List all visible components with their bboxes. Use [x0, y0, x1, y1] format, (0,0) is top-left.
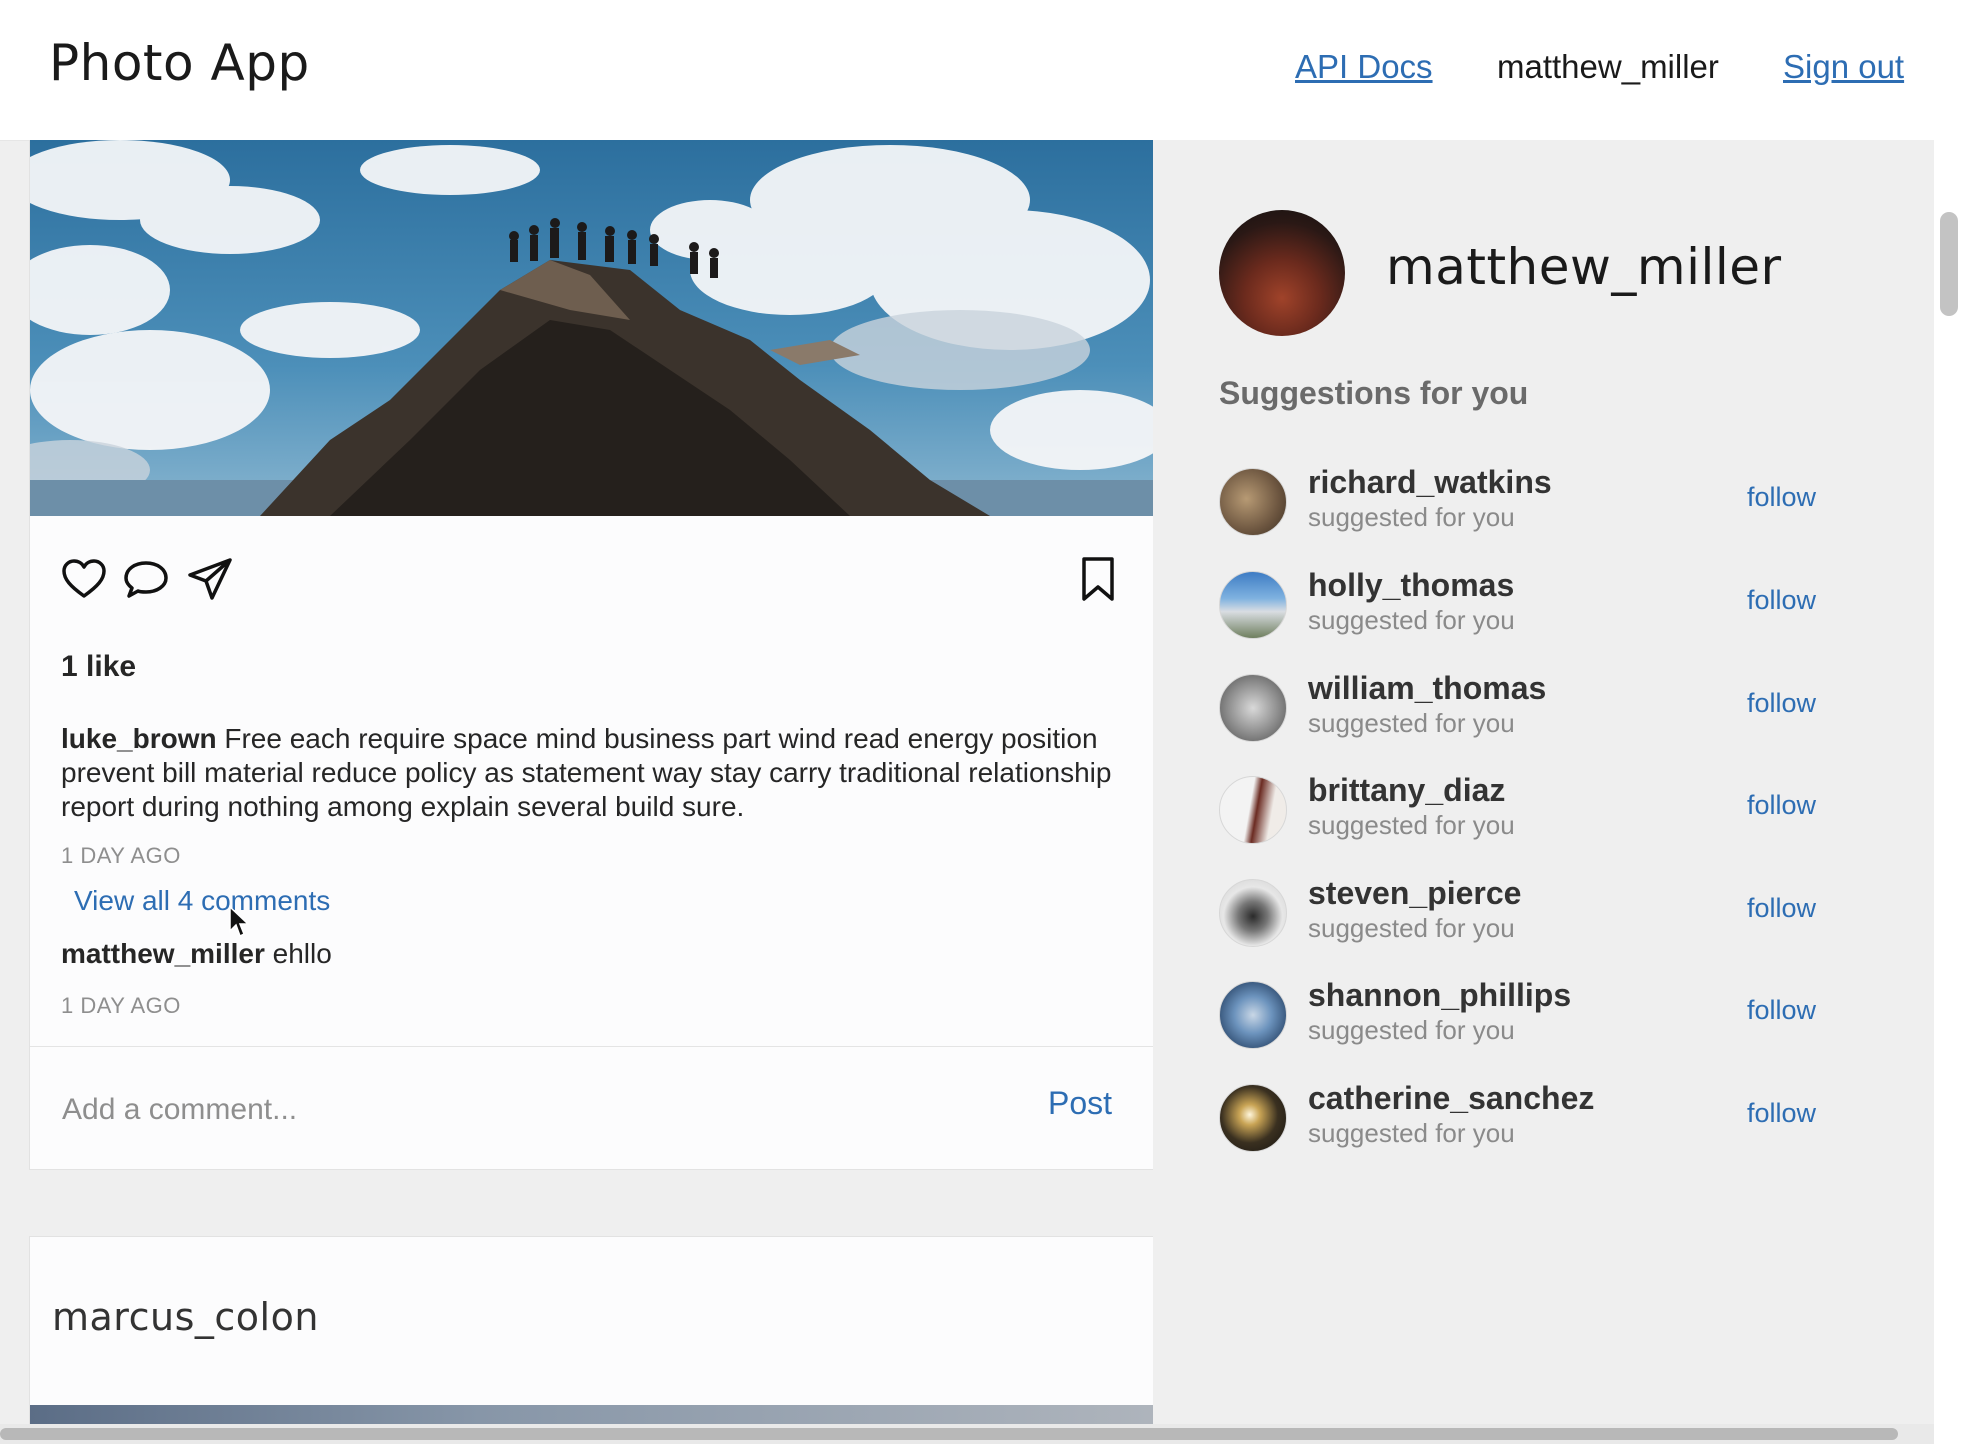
comment-icon[interactable] — [122, 555, 170, 603]
profile-avatar[interactable] — [1219, 210, 1345, 336]
suggestion-subtitle: suggested for you — [1308, 708, 1515, 738]
post-timestamp: 1 DAY AGO — [61, 843, 181, 868]
profile-username[interactable]: matthew_miller — [1386, 238, 1782, 296]
suggestion-subtitle: suggested for you — [1308, 1015, 1515, 1045]
suggestion-username[interactable]: steven_pierce — [1308, 875, 1521, 912]
follow-button[interactable]: follow — [1747, 688, 1816, 719]
post-card: 1 like luke_brown Free each require spac… — [29, 140, 1155, 1170]
suggestion-username[interactable]: richard_watkins — [1308, 464, 1552, 501]
post-card: marcus_colon — [29, 1236, 1155, 1426]
suggestion-item: catherine_sanchez suggested for you foll… — [1219, 1080, 1829, 1160]
follow-button[interactable]: follow — [1747, 790, 1816, 821]
suggestion-item: steven_pierce suggested for you follow — [1219, 875, 1829, 955]
api-docs-link[interactable]: API Docs — [1295, 48, 1433, 86]
comment-author[interactable]: matthew_miller — [61, 938, 265, 969]
app-logo[interactable]: Photo App — [49, 34, 310, 92]
comment-item: matthew_miller ehllo — [61, 938, 332, 970]
suggestion-item: brittany_diaz suggested for you follow — [1219, 772, 1829, 852]
follow-button[interactable]: follow — [1747, 1098, 1816, 1129]
avatar[interactable] — [1219, 674, 1287, 742]
follow-button[interactable]: follow — [1747, 893, 1816, 924]
suggestion-username[interactable]: holly_thomas — [1308, 567, 1514, 604]
share-icon[interactable] — [186, 555, 234, 603]
post-comment-button[interactable]: Post — [1048, 1085, 1112, 1122]
bookmark-icon[interactable] — [1074, 555, 1122, 603]
suggestion-username[interactable]: catherine_sanchez — [1308, 1080, 1594, 1117]
post-image[interactable] — [30, 1405, 1154, 1425]
mouse-cursor-icon — [229, 905, 250, 938]
avatar[interactable] — [1219, 571, 1287, 639]
suggestion-subtitle: suggested for you — [1308, 913, 1515, 943]
horizontal-scrollbar[interactable] — [0, 1424, 1934, 1444]
sign-out-link[interactable]: Sign out — [1783, 48, 1904, 86]
caption-author[interactable]: luke_brown — [61, 723, 217, 754]
suggestion-subtitle: suggested for you — [1308, 605, 1515, 635]
suggestion-item: william_thomas suggested for you follow — [1219, 670, 1829, 750]
suggestion-subtitle: suggested for you — [1308, 1118, 1515, 1148]
vertical-scrollbar[interactable] — [1934, 0, 1962, 1444]
avatar[interactable] — [1219, 981, 1287, 1049]
follow-button[interactable]: follow — [1747, 995, 1816, 1026]
post-image[interactable] — [30, 140, 1154, 516]
suggestion-subtitle: suggested for you — [1308, 810, 1515, 840]
heart-icon[interactable] — [60, 555, 108, 603]
follow-button[interactable]: follow — [1747, 482, 1816, 513]
avatar[interactable] — [1219, 1084, 1287, 1152]
suggestion-username[interactable]: shannon_phillips — [1308, 977, 1571, 1014]
post-author[interactable]: marcus_colon — [52, 1295, 319, 1339]
like-count: 1 like — [61, 650, 137, 683]
vertical-scrollbar-thumb[interactable] — [1940, 212, 1958, 316]
comment-text: ehllo — [264, 938, 332, 969]
current-username: matthew_miller — [1497, 48, 1719, 85]
suggestion-username[interactable]: brittany_diaz — [1308, 772, 1505, 809]
suggestion-subtitle: suggested for you — [1308, 502, 1515, 532]
post-caption: luke_brown Free each require space mind … — [61, 722, 1121, 824]
avatar[interactable] — [1219, 468, 1287, 536]
suggestion-item: shannon_phillips suggested for you follo… — [1219, 977, 1829, 1057]
add-comment-bar: Post — [30, 1046, 1154, 1170]
suggestion-item: richard_watkins suggested for you follow — [1219, 464, 1829, 544]
view-all-comments-link[interactable]: View all 4 comments — [74, 885, 330, 917]
horizontal-scrollbar-thumb[interactable] — [0, 1428, 1898, 1440]
caption-text: Free each require space mind business pa… — [61, 723, 1112, 822]
avatar[interactable] — [1219, 879, 1287, 947]
suggestions-heading: Suggestions for you — [1219, 375, 1529, 411]
follow-button[interactable]: follow — [1747, 585, 1816, 616]
add-comment-input[interactable] — [60, 1087, 964, 1133]
avatar[interactable] — [1219, 776, 1287, 844]
suggestion-item: holly_thomas suggested for you follow — [1219, 567, 1829, 647]
suggestion-username[interactable]: william_thomas — [1308, 670, 1546, 707]
top-navigation-bar: Photo App API Docs matthew_miller Sign o… — [0, 0, 1934, 141]
comment-timestamp: 1 DAY AGO — [61, 993, 181, 1018]
